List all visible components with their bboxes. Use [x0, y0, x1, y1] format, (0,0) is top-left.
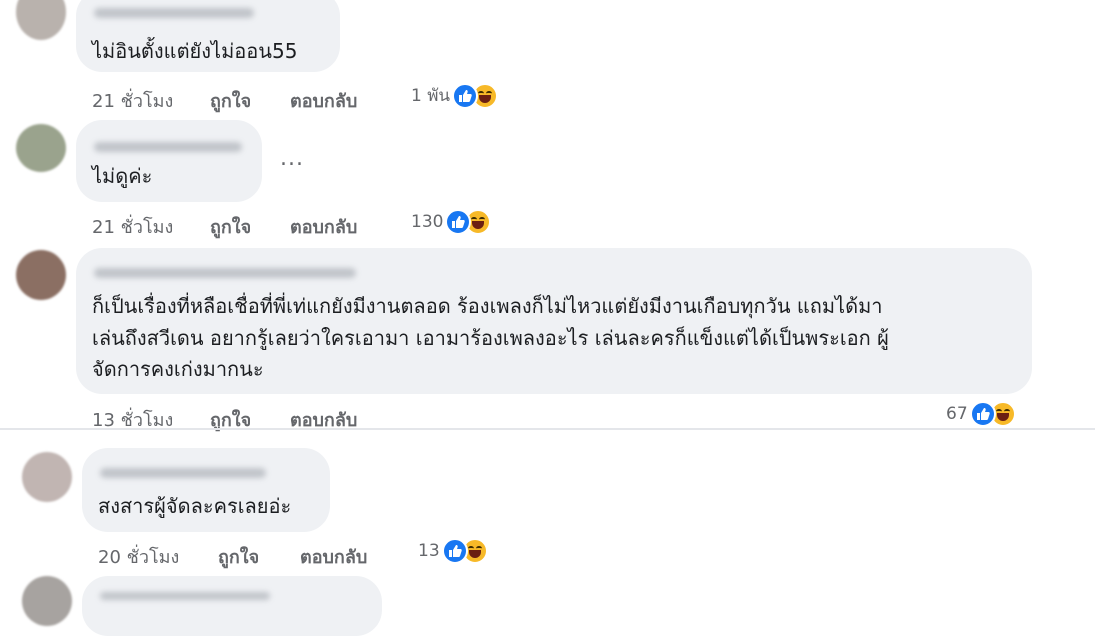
reaction-count: 67	[946, 404, 968, 424]
reaction-summary[interactable]: 130	[411, 209, 492, 235]
like-reaction-icon	[441, 538, 468, 564]
reaction-count: 130	[411, 212, 444, 232]
like-button[interactable]: ถูกใจ	[218, 542, 259, 571]
reaction-summary[interactable]: 67	[946, 401, 1016, 427]
comment-time[interactable]: 21 ชั่วโมง	[92, 212, 173, 241]
avatar[interactable]	[16, 124, 66, 172]
comment-time[interactable]: 21 ชั่วโมง	[92, 86, 173, 115]
comment-text: ไม่ดูค่ะ	[92, 164, 153, 188]
like-reaction-icon	[969, 401, 996, 427]
more-options-icon[interactable]: ...	[280, 146, 304, 171]
comment-text: จัดการคงเก่งมากนะ	[92, 357, 264, 381]
reaction-summary[interactable]: 13	[418, 538, 488, 564]
comment-text: ไม่อินตั้งแต่ยังไม่ออน55	[92, 39, 298, 63]
author-name-blurred[interactable]	[94, 8, 254, 18]
author-name-blurred[interactable]	[94, 142, 242, 152]
reply-button[interactable]: ตอบกลับ	[290, 212, 357, 241]
reply-button[interactable]: ตอบกลับ	[300, 542, 367, 571]
comment-time[interactable]: 20 ชั่วโมง	[98, 542, 179, 571]
reply-button[interactable]: ตอบกลับ	[290, 86, 357, 115]
avatar[interactable]	[22, 452, 72, 502]
like-reaction-icon	[452, 82, 479, 109]
like-button[interactable]: ถูกใจ	[210, 212, 251, 241]
author-name-blurred[interactable]	[100, 592, 270, 600]
comment-bubble	[82, 576, 382, 636]
comment-text: สงสารผู้จัดละครเลยอ่ะ	[98, 494, 292, 518]
like-button[interactable]: ถูกใจ	[210, 86, 251, 115]
avatar[interactable]	[16, 0, 66, 40]
reaction-summary[interactable]: 1 พัน	[411, 82, 499, 109]
comment-text: เล่นถึงสวีเดน อยากรู้เลยว่าใครเอามา เอาม…	[92, 326, 889, 350]
avatar[interactable]	[16, 250, 66, 300]
comment-text: ก็เป็นเรื่องที่หลือเชื่อที่พี่เท่แกยังมี…	[92, 294, 883, 318]
avatar[interactable]	[22, 576, 72, 626]
author-name-blurred[interactable]	[100, 468, 266, 478]
reaction-count: 1 พัน	[411, 86, 451, 106]
reaction-count: 13	[418, 541, 440, 561]
like-reaction-icon	[445, 209, 472, 235]
divider	[0, 428, 1095, 430]
author-name-blurred[interactable]	[94, 268, 356, 278]
